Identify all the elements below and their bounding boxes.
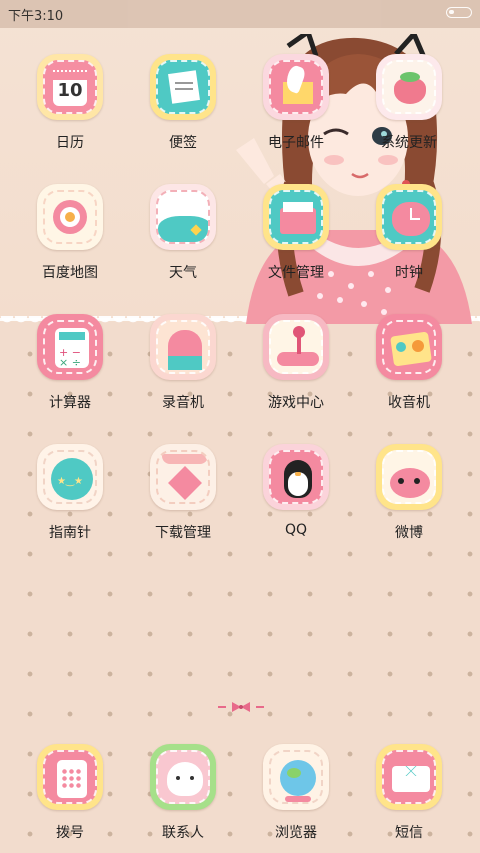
app-label: 文件管理 <box>268 265 324 281</box>
app-label: 时钟 <box>395 265 423 281</box>
app-clock[interactable]: 时钟 <box>354 184 464 282</box>
app-recorder[interactable]: 录音机 <box>128 314 238 412</box>
status-bar: 下午3:10 <box>0 0 480 28</box>
phone-icon <box>37 744 103 810</box>
app-label: QQ <box>284 522 308 538</box>
app-label: 指南针 <box>49 525 91 541</box>
app-label: 电子邮件 <box>268 135 324 151</box>
sms-icon <box>376 744 442 810</box>
email-icon <box>263 54 329 120</box>
calendar-icon: 10 <box>37 54 103 120</box>
game-center-icon <box>263 314 329 380</box>
app-label: 录音机 <box>162 395 204 411</box>
app-compass[interactable]: ★‿★ 指南针 <box>15 444 125 542</box>
app-label: 联系人 <box>162 825 204 841</box>
dock-phone[interactable]: 拨号 <box>15 744 125 842</box>
weather-icon <box>150 184 216 250</box>
app-label: 百度地图 <box>42 265 98 281</box>
file-manager-icon <box>263 184 329 250</box>
qq-penguin-icon <box>263 444 329 510</box>
app-label: 系统更新 <box>381 135 437 151</box>
calendar-day: 10 <box>57 80 83 101</box>
app-file-manager[interactable]: 文件管理 <box>241 184 351 282</box>
calculator-icon: + − × ÷ <box>37 314 103 380</box>
app-label: 浏览器 <box>275 825 317 841</box>
app-label: 便签 <box>169 135 197 151</box>
app-baidu-map[interactable]: 百度地图 <box>15 184 125 282</box>
app-label: 计算器 <box>49 395 91 411</box>
app-calendar[interactable]: 10 日历 <box>15 54 125 152</box>
app-label: 下载管理 <box>155 525 211 541</box>
app-label: 日历 <box>56 135 84 151</box>
app-label: 拨号 <box>56 825 84 841</box>
page-indicator-bow-icon <box>218 702 264 712</box>
status-time: 下午3:10 <box>8 9 64 24</box>
app-weibo[interactable]: 微博 <box>354 444 464 542</box>
app-label: 短信 <box>395 825 423 841</box>
radio-icon <box>376 314 442 380</box>
map-target-icon <box>37 184 103 250</box>
app-radio[interactable]: 收音机 <box>354 314 464 412</box>
app-email[interactable]: 电子邮件 <box>241 54 351 152</box>
browser-globe-icon <box>263 744 329 810</box>
app-label: 收音机 <box>388 395 430 411</box>
app-label: 天气 <box>169 265 197 281</box>
notes-icon <box>150 54 216 120</box>
recorder-icon <box>150 314 216 380</box>
dock-browser[interactable]: 浏览器 <box>241 744 351 842</box>
weibo-icon <box>376 444 442 510</box>
contacts-icon <box>150 744 216 810</box>
compass-icon: ★‿★ <box>37 444 103 510</box>
app-weather[interactable]: 天气 <box>128 184 238 282</box>
app-label: 游戏中心 <box>268 395 324 411</box>
app-notes[interactable]: 便签 <box>128 54 238 152</box>
download-manager-icon <box>150 444 216 510</box>
clock-icon <box>376 184 442 250</box>
dock-sms[interactable]: 短信 <box>354 744 464 842</box>
app-game-center[interactable]: 游戏中心 <box>241 314 351 412</box>
battery-icon <box>446 7 472 18</box>
app-label: 微博 <box>395 525 423 541</box>
app-calculator[interactable]: + − × ÷ 计算器 <box>15 314 125 412</box>
strawberry-update-icon <box>376 54 442 120</box>
dock-contacts[interactable]: 联系人 <box>128 744 238 842</box>
app-system-update[interactable]: 系统更新 <box>354 54 464 152</box>
app-qq[interactable]: QQ <box>241 444 351 538</box>
app-download-manager[interactable]: 下载管理 <box>128 444 238 542</box>
